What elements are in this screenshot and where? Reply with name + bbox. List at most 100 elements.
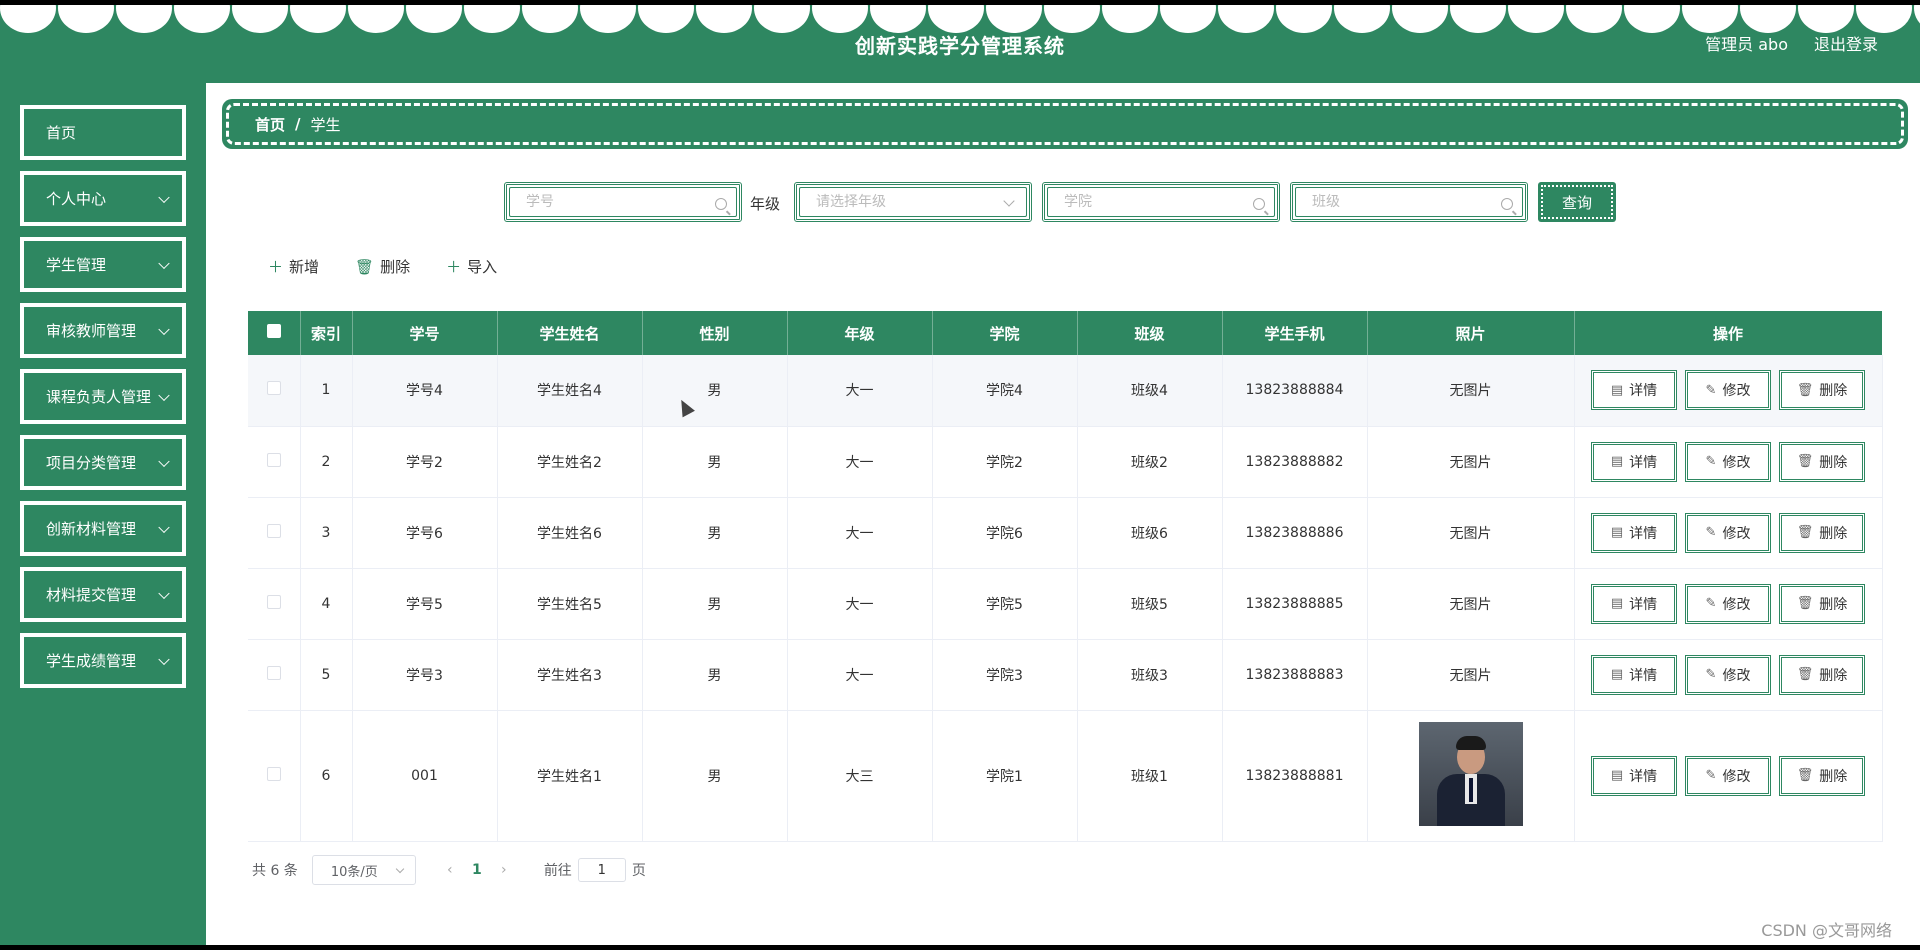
table-row[interactable]: 1 学号4 学生姓名4 男大一 学院4 班级4 13823888884 无图片 ▤ 详情 ✎ 修改…	[248, 355, 1883, 427]
cell-name: 学生姓名3	[497, 639, 643, 711]
detail-button[interactable]: ▤ 详情	[1591, 441, 1677, 482]
row-checkbox[interactable]	[266, 523, 281, 538]
edit-button[interactable]: ✎ 修改	[1685, 441, 1771, 482]
scallop-shape	[870, 5, 926, 33]
cell-grade: 大一	[787, 568, 933, 640]
search-icon	[1501, 198, 1513, 210]
scallop-shape	[638, 5, 694, 33]
search-icon	[715, 198, 727, 210]
goto-page-input[interactable]	[577, 858, 626, 882]
page-size-select[interactable]: 10条/页	[311, 855, 416, 885]
document-icon: ▤	[1610, 382, 1624, 398]
next-page-button[interactable]: ›	[492, 862, 516, 878]
scallop-shape	[928, 5, 984, 33]
trash-icon: 🗑	[1796, 525, 1814, 540]
delete-label: 删除	[380, 258, 411, 276]
cell-grade: 大一	[787, 497, 933, 569]
row-checkbox[interactable]	[266, 594, 281, 609]
delete-label: 删除	[1819, 768, 1848, 785]
delete-button[interactable]: 🗑 删除	[1779, 512, 1865, 553]
logout-button[interactable]: 退出登录	[1814, 31, 1878, 55]
detail-label: 详情	[1629, 768, 1658, 785]
select-all-header	[248, 311, 301, 355]
app-title: 创新实践学分管理系统	[855, 34, 1065, 58]
cell-photo: 无图片	[1367, 568, 1575, 640]
edit-button[interactable]: ✎ 修改	[1685, 370, 1771, 411]
detail-button[interactable]: ▤ 详情	[1591, 512, 1677, 553]
delete-button[interactable]: 🗑 删除	[1779, 370, 1865, 411]
column-header: 学生手机	[1222, 311, 1368, 355]
sidebar-item-reviewer-management[interactable]: 审核教师管理	[20, 303, 186, 358]
table-row[interactable]: 5 学号3 学生姓名3 男大一 学院3 班级3 13823888883 无图片 ▤ 详情 ✎ 修改…	[248, 639, 1883, 711]
add-button[interactable]: ＋ 新增	[268, 256, 319, 277]
delete-label: 删除	[1819, 454, 1848, 471]
sidebar-item-submission-management[interactable]: 材料提交管理	[20, 567, 186, 622]
edit-button[interactable]: ✎ 修改	[1685, 512, 1771, 553]
scallop-shape	[986, 5, 1042, 33]
table-row[interactable]: 3 学号6 学生姓名6 男大一 学院6 班级6 13823888886 无图片 ▤ 详情 ✎ 修改…	[248, 497, 1883, 569]
sidebar-item-student-management[interactable]: 学生管理	[20, 237, 186, 292]
sidebar-item-innovation-material-management[interactable]: 创新材料管理	[20, 501, 186, 556]
sidebar-item-label: 创新材料管理	[46, 520, 137, 538]
cell-name: 学生姓名4	[497, 355, 643, 427]
college-input[interactable]	[1047, 187, 1275, 217]
breadcrumb-separator: /	[295, 115, 301, 133]
delete-button[interactable]: 🗑 删除	[1779, 654, 1865, 695]
sidebar-item-grade-management[interactable]: 学生成绩管理	[20, 633, 186, 688]
trash-icon: 🗑	[1796, 454, 1814, 469]
import-button[interactable]: ＋ 导入	[446, 256, 497, 277]
edit-button[interactable]: ✎ 修改	[1685, 654, 1771, 695]
column-header: 学院	[932, 311, 1078, 355]
search-icon	[1253, 198, 1265, 210]
class-input[interactable]	[1295, 187, 1523, 217]
cell-college: 学院1	[932, 710, 1078, 842]
student-no-input[interactable]	[509, 187, 737, 217]
edit-button[interactable]: ✎ 修改	[1685, 583, 1771, 624]
breadcrumb-current: 学生	[310, 115, 341, 134]
row-checkbox[interactable]	[266, 452, 281, 467]
scallop-shape	[1798, 5, 1854, 33]
detail-button[interactable]: ▤ 详情	[1591, 370, 1677, 411]
row-checkbox[interactable]	[266, 766, 281, 781]
detail-button[interactable]: ▤ 详情	[1591, 755, 1677, 796]
page-number-current[interactable]: 1	[462, 862, 492, 878]
table-row[interactable]: 2 学号2 学生姓名2 男大一 学院2 班级2 13823888882 无图片 ▤ 详情 ✎ 修改…	[248, 426, 1883, 498]
breadcrumb-home[interactable]: 首页	[255, 114, 285, 135]
cell-name: 学生姓名1	[497, 710, 643, 842]
sidebar-item-label: 学生管理	[46, 256, 107, 274]
delete-button[interactable]: 🗑 删除	[1779, 755, 1865, 796]
detail-button[interactable]: ▤ 详情	[1591, 654, 1677, 695]
row-checkbox[interactable]	[266, 381, 281, 396]
scallop-shape	[58, 5, 114, 33]
current-user[interactable]: 管理员 abo	[1705, 31, 1788, 55]
column-header: 班级	[1077, 311, 1223, 355]
column-header: 学号	[352, 311, 498, 355]
table-row[interactable]: 4 学号5 学生姓名5 男大一 学院5 班级5 13823888885 无图片 ▤ 详情 ✎ 修改…	[248, 568, 1883, 640]
sidebar-item-project-category-management[interactable]: 项目分类管理	[20, 435, 186, 490]
grade-select-input[interactable]	[799, 187, 1027, 217]
detail-button[interactable]: ▤ 详情	[1591, 583, 1677, 624]
sidebar-item-home[interactable]: 首页	[20, 105, 186, 160]
scallop-shape	[174, 5, 230, 33]
scallop-shape	[406, 5, 462, 33]
search-bar: 年级 查询	[0, 182, 1920, 222]
select-all-checkbox[interactable]	[266, 324, 281, 338]
row-checkbox[interactable]	[266, 665, 281, 680]
prev-page-button[interactable]: ‹	[438, 862, 462, 878]
batch-delete-button[interactable]: 🗑 删除	[355, 256, 410, 277]
goto-label: 前往	[543, 863, 572, 879]
sidebar-item-course-lead-management[interactable]: 课程负责人管理	[20, 369, 186, 424]
plus-icon: ＋	[446, 258, 462, 276]
grade-select[interactable]	[794, 182, 1032, 222]
table-row[interactable]: 6 001 学生姓名1 男大三 学院1 班级1 13823888881 ▤ 详情 ✎ 修改 🗑 删…	[248, 710, 1883, 842]
query-button[interactable]: 查询	[1538, 182, 1616, 222]
delete-label: 删除	[1819, 667, 1848, 684]
delete-button[interactable]: 🗑 删除	[1779, 441, 1865, 482]
delete-button[interactable]: 🗑 删除	[1779, 583, 1865, 624]
cell-index: 3	[300, 497, 353, 569]
document-icon: ▤	[1610, 525, 1624, 540]
student-photo[interactable]	[1418, 721, 1523, 826]
edit-button[interactable]: ✎ 修改	[1685, 755, 1771, 796]
chevron-down-icon	[158, 389, 170, 401]
cell-index: 6	[300, 710, 353, 842]
